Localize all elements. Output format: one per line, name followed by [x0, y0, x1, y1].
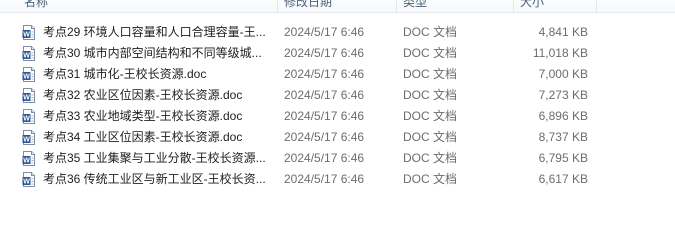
file-name: 考点29 环境人口容量和人口合理容量-王... [43, 25, 266, 39]
file-size: 6,617 KB [538, 172, 588, 186]
word-doc-icon: W [22, 64, 38, 85]
file-row[interactable]: W 考点31 城市化-王校长资源.doc 2024/5/17 6:46 DOC 文档 7… [0, 64, 675, 85]
file-row[interactable]: W 考点33 农业地域类型-王校长资源.doc 2024/5/17 6:46 DOC … [0, 106, 675, 127]
column-divider[interactable] [596, 0, 597, 12]
svg-text:W: W [23, 137, 30, 144]
word-doc-icon: W [22, 85, 38, 106]
file-type: DOC 文档 [403, 88, 458, 102]
file-type: DOC 文档 [403, 46, 458, 60]
file-modified-date: 2024/5/17 6:46 [284, 88, 365, 102]
file-row[interactable]: W 考点35 工业集聚与工业分散-王校长资源... 2024/5/17 6:46 DO… [0, 148, 675, 169]
word-doc-icon: W [22, 127, 38, 148]
file-name: 考点34 工业区位因素-王校长资源.doc [43, 130, 243, 144]
file-size: 6,795 KB [538, 151, 588, 165]
file-explorer-list: 名称 修改日期 类型 大小 W 考点29 环境人口容量和人口合理容量-王... 20… [0, 0, 675, 243]
file-size: 6,896 KB [538, 109, 588, 123]
file-size: 11,018 KB [532, 46, 588, 60]
file-row[interactable]: W 考点36 传统工业区与新工业区-王校长资... 2024/5/17 6:46 DO… [0, 169, 675, 190]
svg-text:W: W [23, 53, 30, 60]
file-size: 4,841 KB [538, 25, 588, 39]
svg-text:W: W [23, 32, 30, 39]
file-name: 考点32 农业区位因素-王校长资源.doc [43, 88, 243, 102]
word-doc-icon: W [22, 148, 38, 169]
svg-text:W: W [23, 158, 30, 165]
file-type: DOC 文档 [403, 67, 458, 81]
file-row[interactable]: W 考点34 工业区位因素-王校长资源.doc 2024/5/17 6:46 DOC … [0, 127, 675, 148]
file-name: 考点33 农业地域类型-王校长资源.doc [43, 109, 243, 123]
file-modified-date: 2024/5/17 6:46 [284, 25, 365, 39]
column-header-name[interactable]: 名称 [18, 0, 276, 12]
file-type: DOC 文档 [403, 109, 458, 123]
column-header-date[interactable]: 修改日期 [278, 0, 396, 12]
word-doc-icon: W [22, 43, 38, 64]
svg-text:W: W [23, 95, 30, 102]
file-name: 考点36 传统工业区与新工业区-王校长资... [43, 172, 266, 186]
file-name: 考点31 城市化-王校长资源.doc [43, 67, 207, 81]
svg-text:W: W [23, 74, 30, 81]
file-size: 7,273 KB [538, 88, 588, 102]
file-name: 考点35 工业集聚与工业分散-王校长资源... [43, 151, 266, 165]
file-modified-date: 2024/5/17 6:46 [284, 172, 365, 186]
column-header-bar: 名称 修改日期 类型 大小 [0, 0, 675, 13]
file-modified-date: 2024/5/17 6:46 [284, 109, 365, 123]
svg-text:W: W [23, 116, 30, 123]
file-modified-date: 2024/5/17 6:46 [284, 130, 365, 144]
word-doc-icon: W [22, 106, 38, 127]
file-modified-date: 2024/5/17 6:46 [284, 151, 365, 165]
file-row[interactable]: W 考点30 城市内部空间结构和不同等级城... 2024/5/17 6:46 DOC… [0, 43, 675, 64]
file-type: DOC 文档 [403, 172, 458, 186]
file-type: DOC 文档 [403, 25, 458, 39]
word-doc-icon: W [22, 169, 38, 190]
file-row[interactable]: W 考点29 环境人口容量和人口合理容量-王... 2024/5/17 6:46 DO… [0, 22, 675, 43]
word-doc-icon: W [22, 22, 38, 43]
file-size: 8,737 KB [538, 130, 588, 144]
svg-text:W: W [23, 179, 30, 186]
column-header-size[interactable]: 大小 [514, 0, 596, 12]
file-modified-date: 2024/5/17 6:46 [284, 46, 365, 60]
file-list: W 考点29 环境人口容量和人口合理容量-王... 2024/5/17 6:46 DO… [0, 22, 675, 190]
file-name: 考点30 城市内部空间结构和不同等级城... [43, 46, 262, 60]
file-type: DOC 文档 [403, 130, 458, 144]
file-type: DOC 文档 [403, 151, 458, 165]
file-modified-date: 2024/5/17 6:46 [284, 67, 365, 81]
file-size: 7,000 KB [538, 67, 588, 81]
file-row[interactable]: W 考点32 农业区位因素-王校长资源.doc 2024/5/17 6:46 DOC … [0, 85, 675, 106]
column-header-type[interactable]: 类型 [397, 0, 513, 12]
